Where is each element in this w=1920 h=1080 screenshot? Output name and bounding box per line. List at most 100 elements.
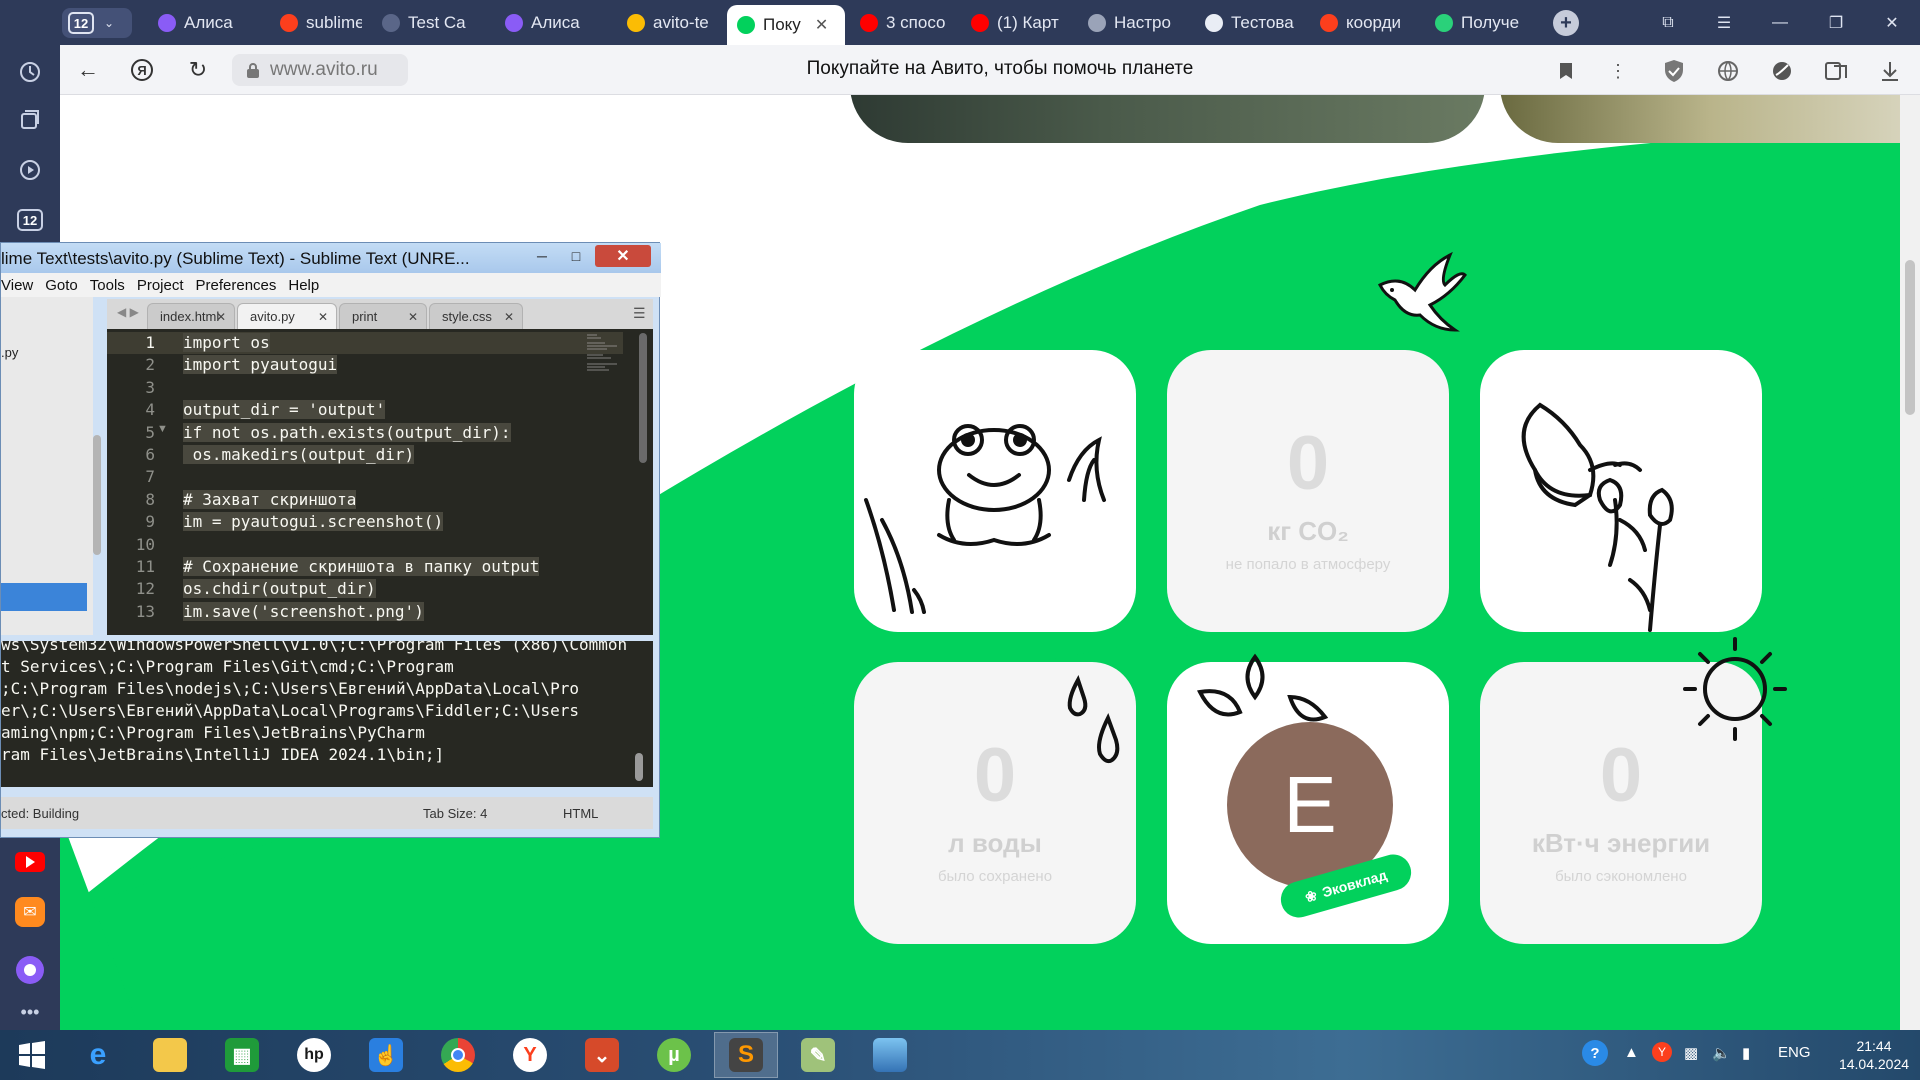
taskbar-utorrent[interactable]: µ [642,1032,706,1078]
browser-tab-11[interactable]: коорди [1310,5,1410,41]
sidebar-scrollbar[interactable] [93,435,101,555]
download-icon[interactable] [1876,57,1904,85]
start-button[interactable] [0,1032,64,1078]
browser-tab-6[interactable]: Поку ✕ [727,5,845,45]
code-line[interactable]: os.chdir(output_dir) [183,579,623,599]
close-window-button[interactable]: ✕ [1872,10,1912,36]
sublime-maximize-button[interactable]: □ [561,245,591,267]
bookmark-icon[interactable] [1552,57,1580,85]
volume-icon[interactable]: 🔈 [1712,1044,1731,1062]
taskbar-clock[interactable]: 21:44 14.04.2024 [1832,1037,1916,1073]
code-line[interactable]: im = pyautogui.screenshot() [183,512,623,532]
language-indicator[interactable]: ENG [1778,1044,1811,1061]
fold-arrow-icon[interactable]: ▼ [157,423,168,435]
shield-icon[interactable] [1660,57,1688,85]
editor-tab-1[interactable]: index.html ✕ [147,303,235,329]
browser-tab-9[interactable]: Настро [1078,5,1182,41]
taskbar-touch[interactable]: ☝ [354,1032,418,1078]
editor-tab-2[interactable]: avito.py ✕ [237,303,337,329]
editor-tab-close-icon[interactable]: ✕ [216,310,226,324]
browser-tab-5[interactable]: avito-te [617,5,717,41]
youtube-icon[interactable] [14,846,46,878]
taskbar-sublime[interactable]: S [714,1032,778,1078]
editor-tab-close-icon[interactable]: ✕ [318,310,328,324]
browser-tab-4[interactable]: Алиса [495,5,607,41]
browser-tab-12[interactable]: Получе [1425,5,1535,41]
tab-size-indicator[interactable]: Tab Size: 4 [423,806,487,821]
sublime-minimize-button[interactable]: ─ [527,245,557,267]
taskbar-explorer[interactable] [138,1032,202,1078]
network-icon[interactable]: ▩ [1684,1044,1698,1062]
tab-nav-arrows[interactable]: ◀ ▶ [117,305,139,319]
taskbar-store[interactable]: ▦ [210,1032,274,1078]
sublime-title-bar[interactable]: lime Text\tests\avito.py (Sublime Text) … [1,243,661,273]
browser-tab-2[interactable]: sublime [270,5,362,41]
console-scrollbar[interactable] [635,753,643,781]
code-line[interactable]: im.save('screenshot.png') [183,601,623,621]
extension-icon[interactable] [1768,57,1796,85]
browser-tab-1[interactable]: Алиса [148,5,260,41]
menu-icon[interactable]: ☰ [1704,10,1744,36]
sublime-menu-preferences[interactable]: Preferences [196,277,277,294]
sidebar-selection[interactable] [1,583,87,611]
tab-count-rail-icon[interactable]: 12 [14,204,46,236]
browser-tab-8[interactable]: (1) Карт [961,5,1065,41]
code-line[interactable]: # Сохранение скриншота в папку output [183,557,623,576]
code-editor[interactable]: 1 import os 2 import pyautogui 3 4 output_dir … [107,329,653,635]
reload-button[interactable]: ↻ [184,56,212,84]
new-tab-button[interactable]: + [1553,10,1579,36]
page-scroll-thumb[interactable] [1905,260,1915,415]
play-icon[interactable] [14,154,46,186]
taskbar-yandex-browser[interactable]: Y [498,1032,562,1078]
tab-close-icon[interactable]: ✕ [815,15,828,35]
code-line[interactable]: os.makedirs(output_dir) [183,445,623,464]
tray-expand-icon[interactable]: ▲ [1624,1044,1639,1061]
taskbar-pdf[interactable]: ⌄ [570,1032,634,1078]
browser-tab-10[interactable]: Тестова [1195,5,1295,41]
sublime-menu-view[interactable]: View [1,277,33,294]
code-line[interactable]: import pyautogui [183,355,623,375]
sublime-menu-help[interactable]: Help [288,277,319,294]
taskbar-notepad[interactable]: ✎ [786,1032,850,1078]
code-line[interactable]: if not os.path.exists(output_dir): [183,422,623,442]
editor-tab-3[interactable]: print ✕ [339,303,427,329]
tray-yandex-icon[interactable]: Y [1652,1042,1672,1062]
code-line[interactable]: import os [183,333,623,352]
sidebar-file[interactable]: .py [1,345,18,360]
yandex-home-button[interactable]: Я [128,56,156,84]
help-icon[interactable]: ? [1582,1040,1608,1066]
reader-icon[interactable] [1822,57,1850,85]
minimap[interactable] [585,333,625,373]
code-line[interactable]: output_dir = 'output' [183,400,623,420]
url-field[interactable]: www.avito.ru [232,54,408,86]
collections-icon[interactable]: ⧉ [1648,10,1688,36]
browser-tab-3[interactable]: Test Ca [372,5,482,41]
tab-overflow-icon[interactable]: ☰ [633,305,646,322]
sublime-menu-goto[interactable]: Goto [45,277,78,294]
globe-icon[interactable] [1714,57,1742,85]
kebab-menu-icon[interactable]: ⋮ [1604,57,1632,85]
sublime-menu-project[interactable]: Project [137,277,184,294]
alice-icon[interactable] [14,954,46,986]
more-icon[interactable]: ••• [14,996,46,1028]
syntax-indicator[interactable]: HTML [563,806,598,821]
tabs-overview-button[interactable]: 12 ⌄ [62,8,132,38]
collections-rail-icon[interactable] [14,104,46,136]
sublime-close-button[interactable]: ✕ [595,245,651,267]
code-line[interactable]: # Захват скриншота [183,489,623,509]
mail-icon[interactable]: ✉ [14,896,46,928]
sublime-menu-tools[interactable]: Tools [90,277,125,294]
editor-tab-close-icon[interactable]: ✕ [504,310,514,324]
back-button[interactable]: ← [74,56,102,84]
editor-tab-4[interactable]: style.css ✕ [429,303,523,329]
taskbar-chrome[interactable] [426,1032,490,1078]
history-icon[interactable] [14,56,46,88]
page-scrollbar[interactable] [1900,95,1920,1030]
battery-icon[interactable]: ▮ [1742,1044,1750,1062]
restore-button[interactable]: ❐ [1816,10,1856,36]
browser-tab-7[interactable]: 3 спосо [850,5,950,41]
minimize-button[interactable]: — [1760,10,1800,36]
editor-scrollbar[interactable] [639,333,647,463]
taskbar-photos[interactable] [858,1032,922,1078]
editor-tab-close-icon[interactable]: ✕ [408,310,418,324]
